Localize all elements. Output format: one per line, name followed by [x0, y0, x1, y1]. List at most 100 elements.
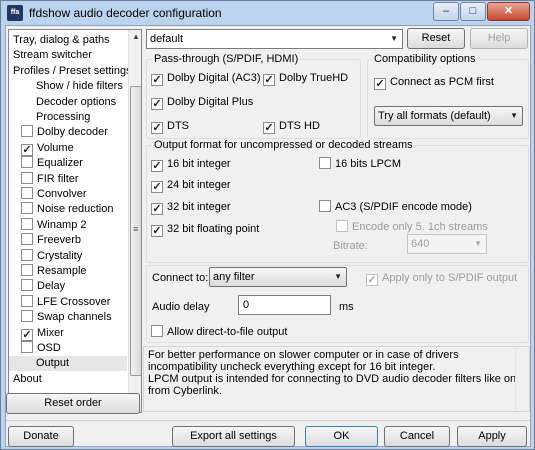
tree-item-label: Show / hide filters [36, 80, 123, 93]
tree-item[interactable]: Show / hide filters [9, 79, 127, 94]
scroll-thumb[interactable]: ≡ [130, 86, 141, 376]
checkbox-pcm-first[interactable]: ✓ Connect as PCM first [374, 75, 494, 90]
tree-item[interactable]: Delay [9, 279, 127, 294]
apply-button[interactable]: Apply [457, 426, 527, 447]
tree-item[interactable]: About [9, 372, 127, 387]
tree-item-label: Profiles / Preset settings [13, 64, 132, 77]
checkbox-ac3[interactable]: ✓ Dolby Digital (AC3) [151, 71, 261, 86]
checkbox-label: 16 bit integer [167, 158, 231, 170]
connect-to-select[interactable]: any filter ▼ [209, 267, 347, 287]
tree-item[interactable]: Output [9, 356, 127, 372]
tree-scrollbar[interactable]: ▲ ≡ ▼ [128, 30, 141, 412]
checkbox-32bit[interactable]: ✓ 32 bit integer [151, 200, 231, 215]
info-scrollbar[interactable] [515, 347, 529, 411]
tree-item[interactable]: Processing [9, 110, 127, 125]
checkbox-32float[interactable]: ✓ 32 bit floating point [151, 222, 259, 237]
checkbox-direct-file[interactable]: Allow direct-to-file output [151, 325, 287, 340]
checkbox-box[interactable] [21, 279, 33, 292]
tree-item-label: Processing [36, 111, 91, 123]
reset-button[interactable]: Reset [407, 28, 465, 49]
checkbox-label: 32 bit integer [167, 201, 231, 213]
window-title: ffdshow audio decoder configuration [29, 6, 222, 20]
export-settings-button[interactable]: Export all settings [172, 426, 295, 447]
tree-item[interactable]: Freeverb [9, 233, 127, 248]
formats-value: Try all formats (default) [378, 110, 491, 122]
tree-item[interactable]: Equalizer [9, 156, 127, 171]
checkbox-box[interactable]: ✓ [21, 328, 33, 341]
tree-item[interactable]: Stream switcher [9, 48, 127, 63]
info-line: from Cyberlink. [148, 385, 222, 397]
checkbox-box[interactable] [21, 233, 33, 246]
tree-item[interactable]: Tray, dialog & paths [9, 33, 127, 48]
tree-item[interactable]: Dolby decoder [9, 125, 127, 140]
tree-item[interactable]: LFE Crossover [9, 294, 127, 310]
checkbox-24bit[interactable]: ✓ 24 bit integer [151, 178, 231, 193]
checkbox-label: Connect as PCM first [390, 76, 494, 88]
audio-delay-input[interactable]: 0 [238, 295, 331, 315]
bitrate-label: Bitrate: [333, 240, 368, 252]
checkbox-box[interactable] [21, 217, 33, 230]
checkbox-16lpcm[interactable]: 16 bits LPCM [319, 157, 401, 172]
checkbox-label: Allow direct-to-file output [167, 326, 288, 338]
checkbox-box[interactable] [21, 156, 33, 169]
checkbox-box[interactable] [21, 248, 33, 261]
checkbox-dtshd[interactable]: ✓ DTS HD [263, 119, 320, 134]
tree-item[interactable]: Winamp 2 [9, 217, 127, 233]
checkbox-encode-51[interactable]: Encode only 5. 1ch streams [336, 220, 488, 235]
cancel-button[interactable]: Cancel [384, 426, 450, 447]
tree-item[interactable]: ✓ Volume [9, 141, 127, 156]
delay-unit-label: ms [339, 301, 354, 313]
settings-tree: Tray, dialog & paths Stream switcher Profi… [8, 29, 142, 413]
checkbox-box[interactable] [21, 125, 33, 138]
formats-select[interactable]: Try all formats (default) ▼ [374, 106, 523, 126]
tree-item[interactable]: OSD [9, 341, 127, 356]
tree-item[interactable]: Swap channels [9, 310, 127, 325]
minimize-button[interactable]: – [433, 2, 459, 21]
checkbox-ddplus[interactable]: ✓ Dolby Digital Plus [151, 95, 253, 110]
checkbox-box[interactable] [21, 341, 33, 353]
dialog-client: Tray, dialog & paths Stream switcher Profi… [5, 25, 531, 447]
tree-item[interactable]: Decoder options [9, 95, 127, 110]
preset-select[interactable]: default ▼ [146, 29, 403, 49]
info-line: LPCM output is intended for connecting t… [148, 373, 523, 385]
preset-value: default [150, 33, 184, 45]
reset-order-button[interactable]: Reset order [6, 393, 140, 414]
checkbox-box[interactable]: ✓ [21, 143, 33, 156]
tree-item-label: Winamp 2 [37, 218, 87, 231]
checkbox-box: ✓ [374, 78, 386, 90]
checkbox-truehd[interactable]: ✓ Dolby TrueHD [263, 71, 348, 86]
checkbox-box[interactable] [21, 171, 33, 184]
tree-item[interactable]: Convolver [9, 187, 127, 202]
close-button[interactable]: ✕ [487, 2, 530, 21]
connect-to-label: Connect to: [152, 272, 209, 284]
checkbox-box[interactable] [21, 202, 33, 215]
checkbox-box[interactable] [21, 294, 33, 307]
tree-item[interactable]: Resample [9, 264, 127, 279]
ok-button[interactable]: OK [305, 426, 378, 447]
checkbox-dts[interactable]: ✓ DTS [151, 119, 189, 134]
checkbox-spdif-only[interactable]: ✓ Apply only to S/PDIF output [366, 271, 517, 286]
tree-item[interactable]: Profiles / Preset settings [9, 64, 132, 79]
help-button[interactable]: Help [470, 28, 528, 49]
checkbox-16bit[interactable]: ✓ 16 bit integer [151, 157, 231, 172]
tree-item[interactable]: FIR filter [9, 171, 127, 187]
checkbox-box[interactable] [21, 310, 33, 323]
checkbox-box[interactable] [21, 187, 33, 199]
tree-item-label: FIR filter [37, 172, 79, 185]
checkbox-box[interactable] [21, 264, 33, 276]
checkbox-box: ✓ [151, 203, 163, 215]
chevron-down-icon: ▼ [390, 34, 398, 43]
tree-item-label: Noise reduction [37, 203, 114, 216]
title-bar[interactable]: ffa ffdshow audio decoder configuration … [1, 1, 534, 25]
checkbox-label: Dolby Digital Plus [167, 96, 254, 108]
tree-item[interactable]: ✓ Mixer [9, 326, 127, 341]
tree-item-label: Decoder options [36, 95, 117, 108]
tree-item[interactable]: Noise reduction [9, 202, 127, 217]
maximize-button[interactable]: □ [460, 2, 486, 21]
tree-item[interactable]: Crystality [9, 248, 127, 264]
scroll-up-icon[interactable]: ▲ [129, 30, 141, 44]
checkbox-ac3-encode[interactable]: AC3 (S/PDIF encode mode) [319, 200, 472, 215]
tree-item-label: Dolby decoder [37, 126, 108, 139]
donate-button[interactable]: Donate [8, 426, 74, 447]
bitrate-select[interactable]: 640 ▼ [407, 234, 487, 254]
